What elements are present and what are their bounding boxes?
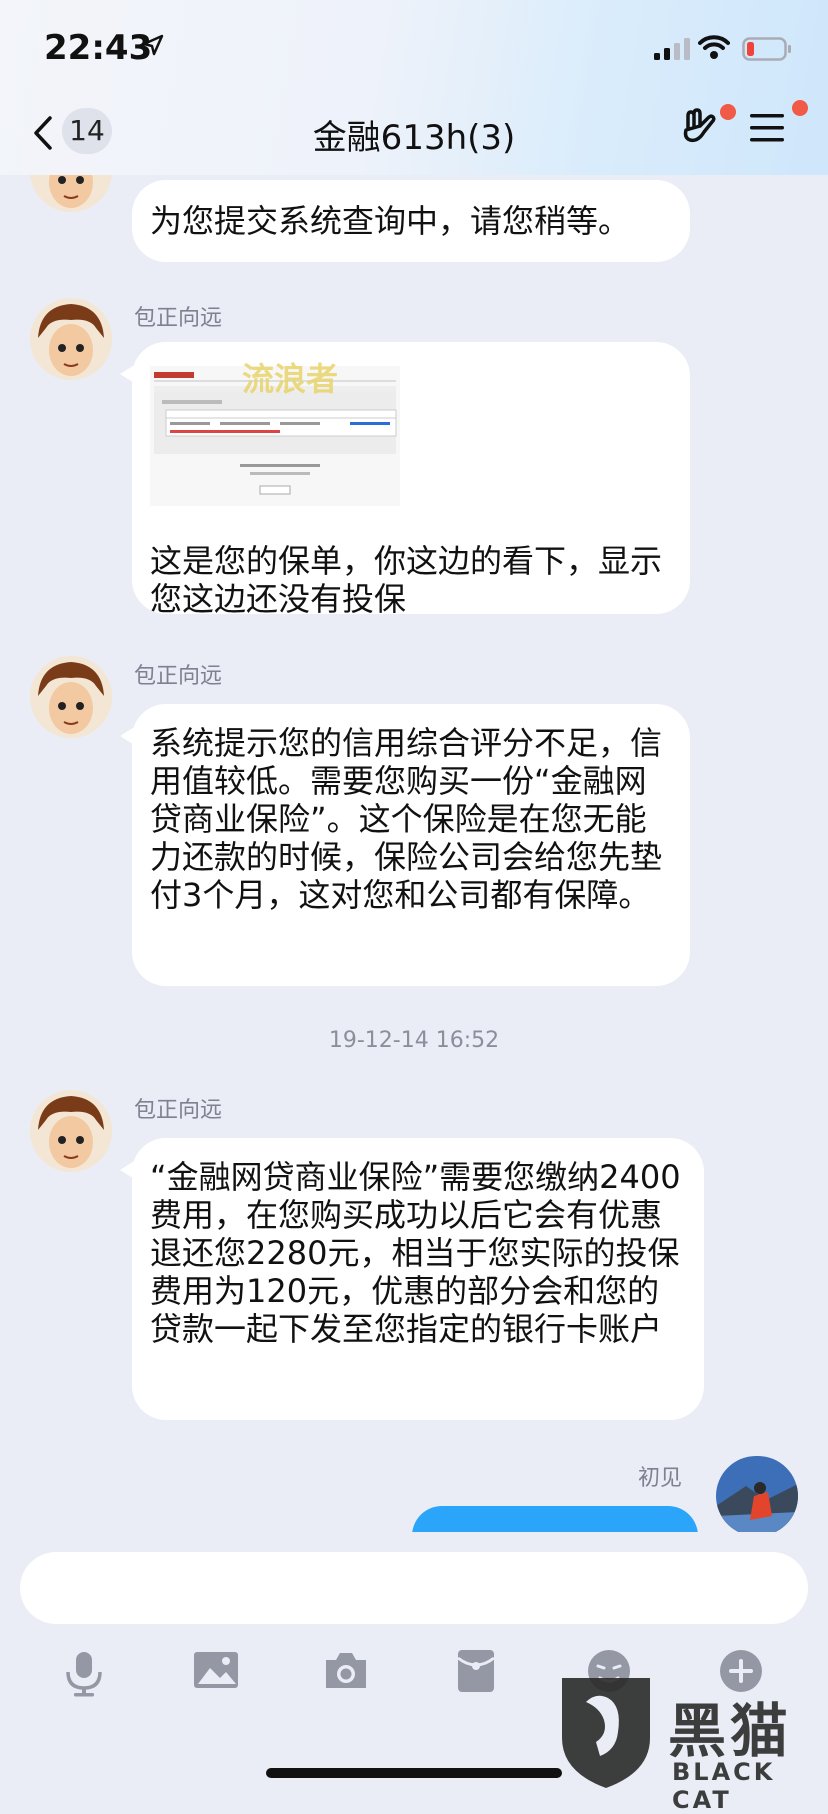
message-bubble[interactable]: 系统提示您的信用综合评分不足，信用值较低。需要您购买一份“金融网贷商业保险”。这…	[120, 704, 690, 986]
menu-icon	[750, 114, 784, 142]
policy-screenshot-image[interactable]: 流浪者	[150, 360, 400, 506]
self-avatar[interactable]	[716, 1456, 798, 1536]
self-name: 初见	[638, 1466, 683, 1491]
sender-name: 包正向远	[134, 306, 223, 331]
cat-shield-icon	[562, 1678, 650, 1788]
notification-dot	[792, 100, 808, 116]
message-input[interactable]	[20, 1552, 808, 1624]
avatar[interactable]	[30, 656, 112, 738]
bubble-tail	[120, 1160, 136, 1180]
cartoon-avatar-icon	[30, 1090, 112, 1172]
composer-bar: 黑猫 BLACK CAT	[0, 1532, 828, 1814]
message-text: “金融网贷商业保险”需要您缴纳2400费用，在您购买成功以后它会有优惠退还您22…	[150, 1158, 681, 1348]
message-timestamp: 19-12-14 16:52	[328, 1028, 500, 1053]
top-bar: 22:43 14 金融613h(3)	[0, 0, 828, 175]
message-bubble[interactable]: “金融网贷商业保险”需要您缴纳2400费用，在您购买成功以后它会有优惠退还您22…	[120, 1138, 704, 1420]
avatar[interactable]	[30, 1090, 112, 1172]
notification-dot	[720, 104, 736, 120]
more-menu-button[interactable]	[748, 100, 808, 154]
sender-name: 包正向远	[134, 664, 223, 689]
location-arrow-icon	[142, 34, 164, 56]
cartoon-avatar-icon	[30, 656, 112, 738]
bubble-tail	[120, 726, 136, 746]
message-text: 这是您的保单，你这边的看下，显示您这边还没有投保	[150, 542, 663, 618]
blackcat-sub-text: BLACK CAT	[672, 1758, 776, 1814]
image-icon	[194, 1652, 238, 1688]
status-time: 22:43	[44, 28, 153, 68]
battery-icon	[742, 37, 791, 61]
red-packet-button[interactable]	[456, 1648, 506, 1698]
avatar[interactable]	[30, 298, 112, 380]
cartoon-avatar-icon	[30, 298, 112, 380]
gallery-button[interactable]	[192, 1648, 242, 1698]
gesture-button[interactable]	[680, 104, 736, 156]
message-text: 系统提示您的信用综合评分不足，信用值较低。需要您购买一份“金融网贷商业保险”。这…	[150, 724, 663, 914]
message-bubble[interactable]: 流浪者 这是您的保单，你这边的看下，显示您这边还没有投保	[120, 342, 690, 618]
message-bubble[interactable]: 为您提交系统查询中，请您稍等。	[132, 180, 690, 262]
message-text: 为您提交系统查询中，请您稍等。	[150, 202, 631, 240]
sender-name: 包正向远	[134, 1098, 223, 1123]
voice-button[interactable]	[62, 1648, 112, 1698]
photo-avatar-icon	[716, 1456, 798, 1536]
hand-icon	[683, 108, 716, 143]
signal-icon	[654, 38, 690, 60]
home-indicator	[266, 1768, 562, 1778]
wifi-icon	[698, 35, 730, 59]
mic-icon	[66, 1652, 102, 1697]
red-packet-icon	[457, 1650, 495, 1692]
camera-button[interactable]	[322, 1648, 372, 1698]
blackcat-watermark: 黑猫 BLACK CAT	[556, 1672, 828, 1814]
blackcat-brand-text: 黑猫	[668, 1697, 793, 1765]
bubble-tail	[120, 364, 136, 384]
camera-icon	[326, 1653, 366, 1688]
image-watermark: 流浪者	[242, 360, 339, 398]
